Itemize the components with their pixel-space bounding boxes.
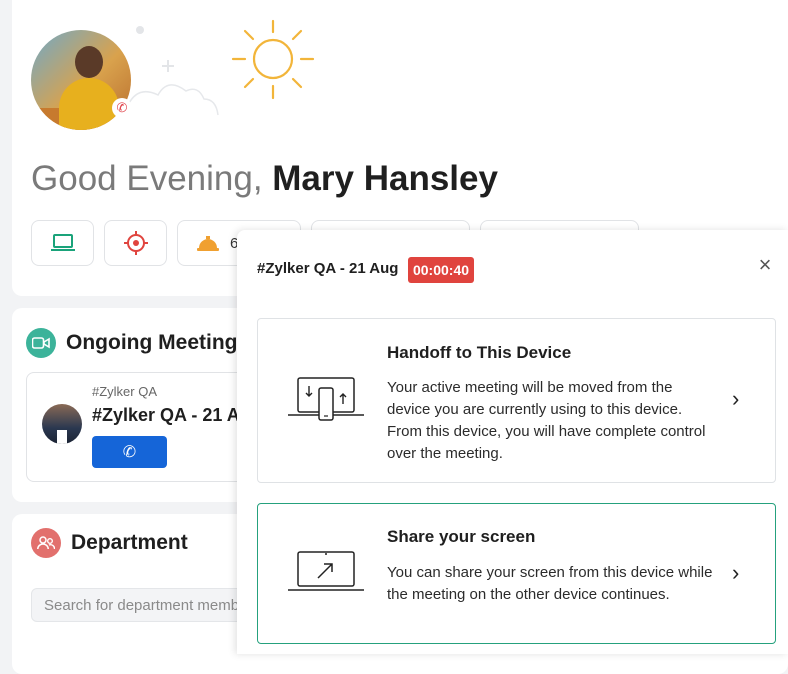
avatar-body <box>59 78 119 130</box>
video-camera-icon <box>26 328 56 358</box>
phone-badge-icon: ✆ <box>112 98 132 118</box>
target-status-button[interactable] <box>104 220 167 266</box>
laptop-icon <box>50 234 75 251</box>
cloud-decoration <box>128 26 219 116</box>
close-icon[interactable]: × <box>755 254 775 276</box>
panel-meeting-title: #Zylker QA - 21 Aug <box>257 260 399 277</box>
ongoing-meeting-title: Ongoing Meeting <box>66 331 238 354</box>
handoff-title: Handoff to This Device <box>387 343 572 362</box>
join-call-button[interactable]: ✆ <box>92 436 167 468</box>
sun-icon <box>231 19 315 100</box>
user-name: Mary Hansley <box>272 159 498 198</box>
greeting-text: Good Evening, Mary Hansley <box>31 158 498 200</box>
bell-icon <box>197 236 219 251</box>
target-icon <box>123 231 148 255</box>
share-screen-title: Share your screen <box>387 527 536 546</box>
chevron-right-icon: › <box>732 386 740 411</box>
meeting-host-avatar <box>42 404 82 444</box>
department-title: Department <box>71 531 188 554</box>
share-screen-description: You can share your screen from this devi… <box>387 564 713 603</box>
meeting-title: #Zylker QA - 21 Au <box>92 405 237 425</box>
share-screen-icon <box>288 551 364 591</box>
meeting-channel: #Zylker QA <box>92 384 158 399</box>
handoff-icon <box>288 377 364 421</box>
greeting-prefix: Good Evening, <box>31 159 273 198</box>
phone-icon: ✆ <box>122 444 137 461</box>
handoff-description: Your active meeting will be moved from t… <box>387 379 706 462</box>
avatar-head <box>75 46 103 78</box>
handoff-option[interactable]: Handoff to This Device Your active meeti… <box>257 318 776 483</box>
handoff-panel: #Zylker QA - 21 Aug 00:00:40 × Handoff t… <box>237 230 788 654</box>
chevron-right-icon: › <box>732 560 740 585</box>
department-search-input[interactable]: Search for department memb <box>31 588 261 622</box>
meeting-timer: 00:00:40 <box>408 257 474 283</box>
people-icon <box>31 528 61 558</box>
share-screen-option[interactable]: Share your screen You can share your scr… <box>257 503 776 644</box>
laptop-status-button[interactable] <box>31 220 94 266</box>
